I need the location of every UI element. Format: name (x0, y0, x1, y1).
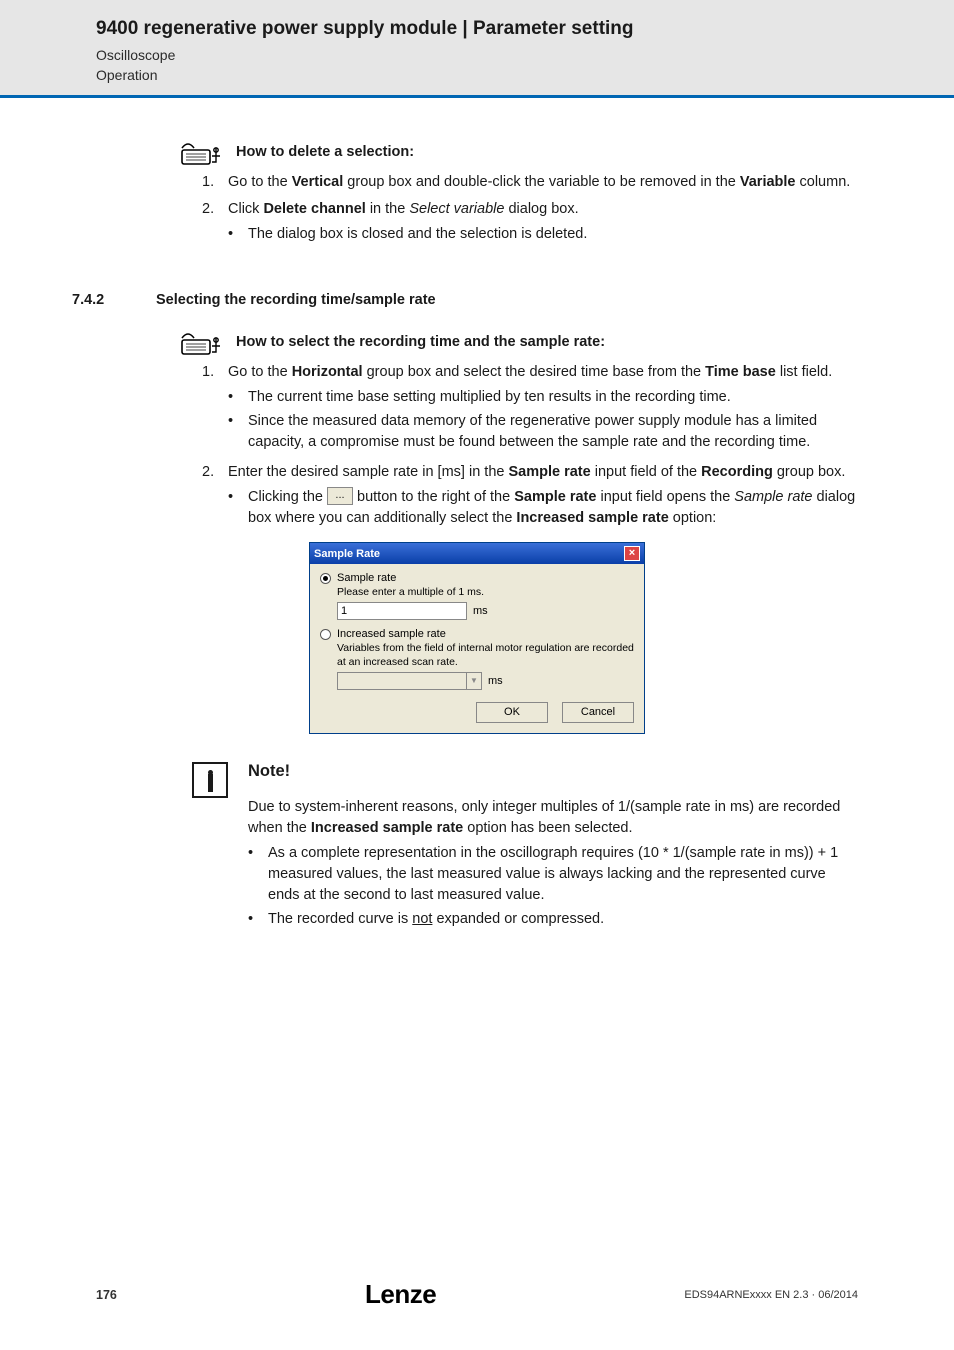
note-bullet: • The recorded curve is not expanded or … (248, 909, 858, 930)
unit-label: ms (473, 605, 488, 617)
radio-icon (320, 573, 331, 584)
page-header: 9400 regenerative power supply module | … (0, 0, 954, 98)
doc-id: EDS94ARNExxxx EN 2.3 · 06/2014 (684, 1289, 858, 1301)
procedure-1-steps: 1. Go to the Vertical group box and doub… (202, 172, 858, 248)
section-title: Selecting the recording time/sample rate (156, 292, 436, 308)
ok-button[interactable]: OK (476, 702, 548, 723)
page-content: How to delete a selection: 1. Go to the … (0, 98, 954, 933)
procedure-2-steps: 1. Go to the Horizontal group box and se… (202, 362, 858, 532)
note-bullet: • As a complete representation in the os… (248, 843, 858, 906)
unit-label: ms (488, 675, 503, 687)
brand-logo: Lenze (365, 1279, 436, 1310)
procedure-label: How to delete a selection: (236, 144, 414, 160)
doc-title: 9400 regenerative power supply module | … (96, 18, 954, 40)
note-title: Note! (248, 762, 858, 781)
step-body: Enter the desired sample rate in [ms] in… (228, 462, 858, 532)
sub-bullet: • Clicking the ... button to the right o… (228, 487, 858, 529)
page-footer: 176 Lenze EDS94ARNExxxx EN 2.3 · 06/2014 (0, 1279, 954, 1310)
dialog-title: Sample Rate (314, 548, 380, 560)
ellipsis-button-icon: ... (327, 487, 353, 505)
sample-rate-dialog-figure: Sample Rate × Sample rate Please enter a… (96, 542, 858, 733)
doc-sub-1: Oscilloscope (96, 46, 954, 66)
page-number: 176 (96, 1288, 117, 1302)
note-body: Due to system-inherent reasons, only int… (248, 797, 858, 930)
sub-bullet-body: Clicking the ... button to the right of … (248, 487, 858, 529)
sample-rate-dialog: Sample Rate × Sample rate Please enter a… (309, 542, 645, 733)
step-2: 2. Click Delete channel in the Select va… (202, 199, 858, 248)
increased-rate-input (337, 672, 467, 690)
sample-rate-hint: Please enter a multiple of 1 ms. (337, 586, 634, 599)
step-1: 1. Go to the Horizontal group box and se… (202, 362, 858, 456)
doc-sub-2: Operation (96, 66, 954, 86)
radio-increased-sample-rate[interactable]: Increased sample rate (320, 628, 634, 640)
step-body: Click Delete channel in the Select varia… (228, 199, 858, 248)
sub-bullet: • The current time base setting multipli… (228, 387, 858, 408)
dialog-titlebar: Sample Rate × (310, 543, 644, 564)
dropdown-icon: ▼ (466, 672, 482, 690)
cancel-button[interactable]: Cancel (562, 702, 634, 723)
step-number: 2. (202, 462, 228, 532)
step-body: Go to the Horizontal group box and selec… (228, 362, 858, 456)
step-number: 2. (202, 199, 228, 248)
procedure-label: How to select the recording time and the… (236, 334, 605, 350)
close-icon[interactable]: × (624, 546, 640, 561)
radio-label: Sample rate (337, 572, 396, 584)
procedure-icon (180, 138, 228, 166)
procedure-heading-delete: How to delete a selection: (180, 138, 858, 166)
step-body: Go to the Vertical group box and double-… (228, 172, 858, 193)
step-2: 2. Enter the desired sample rate in [ms]… (202, 462, 858, 532)
procedure-icon (180, 328, 228, 356)
step-number: 1. (202, 362, 228, 456)
sample-rate-input[interactable] (337, 602, 467, 620)
section-heading: 7.4.2 Selecting the recording time/sampl… (84, 292, 858, 308)
dialog-body: Sample rate Please enter a multiple of 1… (310, 564, 644, 732)
sub-bullet: • Since the measured data memory of the … (228, 411, 858, 453)
sub-bullet: • The dialog box is closed and the selec… (228, 224, 858, 245)
procedure-heading-record: How to select the recording time and the… (180, 328, 858, 356)
radio-sample-rate[interactable]: Sample rate (320, 572, 634, 584)
radio-icon (320, 629, 331, 640)
note-block: Note! Due to system-inherent reasons, on… (192, 762, 858, 933)
step-number: 1. (202, 172, 228, 193)
increased-hint: Variables from the field of internal mot… (337, 642, 634, 668)
section-number: 7.4.2 (72, 292, 156, 308)
step-1: 1. Go to the Vertical group box and doub… (202, 172, 858, 193)
info-icon (192, 762, 228, 798)
radio-label: Increased sample rate (337, 628, 446, 640)
